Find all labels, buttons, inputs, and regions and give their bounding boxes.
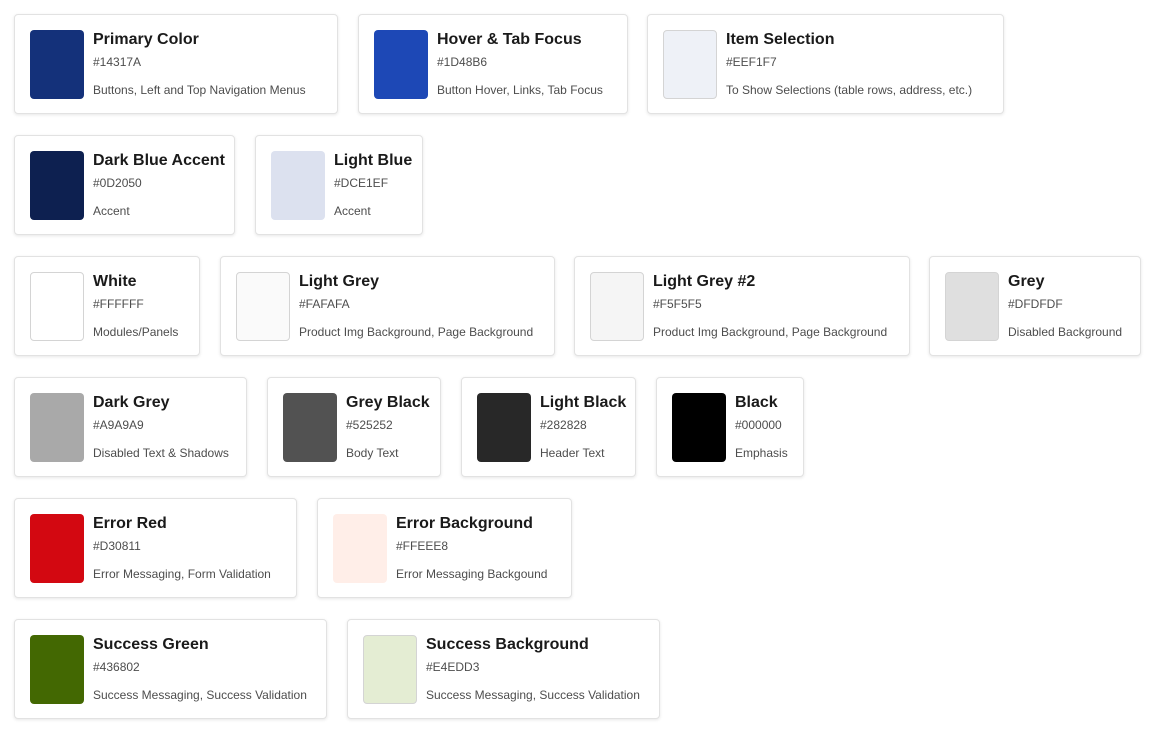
- color-hex: #F5F5F5: [653, 297, 702, 311]
- color-hex: #FAFAFA: [299, 297, 350, 311]
- color-hex: #000000: [735, 418, 782, 432]
- color-hex: #1D48B6: [437, 55, 488, 69]
- color-usage: Accent: [334, 204, 371, 218]
- color-name: Primary Color: [93, 31, 199, 48]
- color-swatch: [30, 393, 84, 462]
- color-name: Black: [735, 394, 778, 411]
- color-name: Success Background: [426, 636, 589, 653]
- color-card-white: White #FFFFFF Modules/Panels: [14, 256, 200, 356]
- color-swatch: [363, 635, 417, 704]
- color-name: Light Blue: [334, 152, 413, 169]
- color-hex: #0D2050: [93, 176, 142, 190]
- color-card-grey-black: Grey Black #525252 Body Text: [267, 377, 441, 477]
- color-usage: Header Text: [540, 446, 605, 460]
- color-swatch: [30, 635, 84, 704]
- color-palette: Primary Color #14317A Buttons, Left and …: [0, 0, 1153, 736]
- color-card-light-grey: Light Grey #FAFAFA Product Img Backgroun…: [220, 256, 555, 356]
- color-usage: Modules/Panels: [93, 325, 179, 339]
- color-hex: #DCE1EF: [334, 176, 389, 190]
- color-hex: #E4EDD3: [426, 660, 480, 674]
- color-swatch: [333, 514, 387, 583]
- color-swatch: [236, 272, 290, 341]
- color-usage: Emphasis: [735, 446, 788, 460]
- color-swatch: [30, 30, 84, 99]
- color-usage: Product Img Background, Page Background: [653, 325, 888, 339]
- color-name: Hover & Tab Focus: [437, 31, 582, 48]
- color-usage: Disabled Text & Shadows: [93, 446, 229, 460]
- color-card-grey: Grey #DFDFDF Disabled Background: [929, 256, 1141, 356]
- color-swatch: [271, 151, 325, 220]
- color-usage: Success Messaging, Success Validation: [426, 688, 640, 702]
- color-hex: #14317A: [93, 55, 142, 69]
- color-usage: Error Messaging, Form Validation: [93, 567, 271, 581]
- color-name: Light Black: [540, 394, 627, 411]
- color-card-light-blue: Light Blue #DCE1EF Accent: [255, 135, 423, 235]
- color-name: Success Green: [93, 636, 209, 653]
- color-hex: #A9A9A9: [93, 418, 144, 432]
- color-name: Dark Grey: [93, 394, 170, 411]
- color-swatch: [477, 393, 531, 462]
- color-swatch: [30, 272, 84, 341]
- color-name: Grey Black: [346, 394, 430, 411]
- color-card-black: Black #000000 Emphasis: [656, 377, 804, 477]
- color-card-dark-grey: Dark Grey #A9A9A9 Disabled Text & Shadow…: [14, 377, 247, 477]
- color-hex: #436802: [93, 660, 140, 674]
- color-name: Dark Blue Accent: [93, 152, 225, 169]
- color-usage: Body Text: [346, 446, 399, 460]
- color-swatch: [30, 151, 84, 220]
- color-card-light-grey-2: Light Grey #2 #F5F5F5 Product Img Backgr…: [574, 256, 910, 356]
- color-hex: #DFDFDF: [1008, 297, 1063, 311]
- color-swatch: [663, 30, 717, 99]
- color-usage: Success Messaging, Success Validation: [93, 688, 307, 702]
- color-swatch: [945, 272, 999, 341]
- color-card-success-green: Success Green #436802 Success Messaging,…: [14, 619, 327, 719]
- color-card-primary: Primary Color #14317A Buttons, Left and …: [14, 14, 338, 114]
- color-usage: To Show Selections (table rows, address,…: [726, 83, 973, 97]
- color-usage: Disabled Background: [1008, 325, 1123, 339]
- color-swatch: [672, 393, 726, 462]
- color-hex: #525252: [346, 418, 393, 432]
- color-card-item-selection: Item Selection #EEF1F7 To Show Selection…: [647, 14, 1004, 114]
- color-card-error-background: Error Background #FFEEE8 Error Messaging…: [317, 498, 572, 598]
- color-card-dark-blue-accent: Dark Blue Accent #0D2050 Accent: [14, 135, 235, 235]
- color-usage: Accent: [93, 204, 130, 218]
- color-name: Light Grey: [299, 273, 380, 290]
- color-name: Item Selection: [726, 31, 835, 48]
- color-card-success-background: Success Background #E4EDD3 Success Messa…: [347, 619, 660, 719]
- color-swatch: [30, 514, 84, 583]
- color-hex: #FFEEE8: [396, 539, 449, 553]
- color-hex: #EEF1F7: [726, 55, 777, 69]
- color-usage: Buttons, Left and Top Navigation Menus: [93, 83, 306, 97]
- color-name: Error Background: [396, 515, 533, 532]
- color-usage: Error Messaging Backgound: [396, 567, 548, 581]
- color-usage: Button Hover, Links, Tab Focus: [437, 83, 603, 97]
- color-swatch: [590, 272, 644, 341]
- color-name: Light Grey #2: [653, 273, 756, 290]
- color-name: Grey: [1008, 273, 1045, 290]
- color-swatch: [374, 30, 428, 99]
- color-hex: #282828: [540, 418, 587, 432]
- color-name: Error Red: [93, 515, 167, 532]
- color-hex: #FFFFFF: [93, 297, 144, 311]
- color-name: White: [93, 273, 137, 290]
- color-usage: Product Img Background, Page Background: [299, 325, 534, 339]
- color-hex: #D30811: [93, 539, 141, 553]
- color-card-hover: Hover & Tab Focus #1D48B6 Button Hover, …: [358, 14, 628, 114]
- color-swatch: [283, 393, 337, 462]
- color-card-error-red: Error Red #D30811 Error Messaging, Form …: [14, 498, 297, 598]
- color-card-light-black: Light Black #282828 Header Text: [461, 377, 636, 477]
